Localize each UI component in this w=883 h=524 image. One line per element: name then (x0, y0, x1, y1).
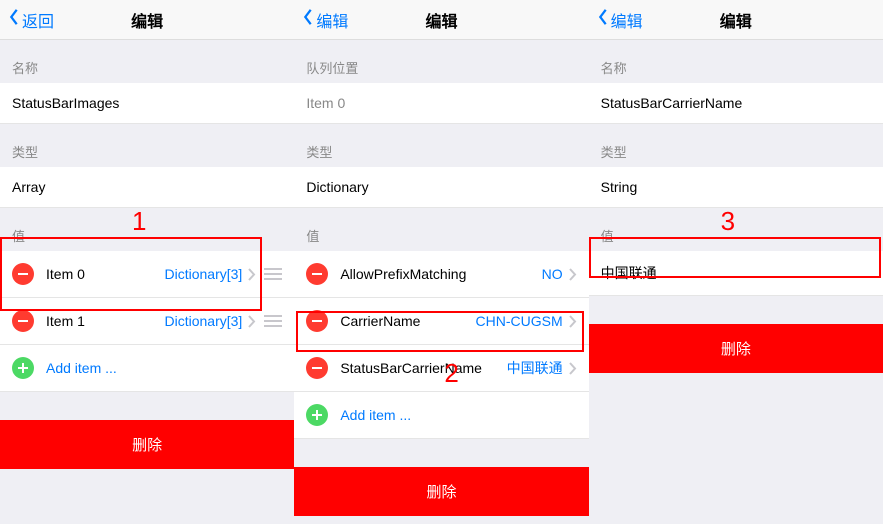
column-1: 返回 编辑 名称 StatusBarImages 类型 Array 值 Item… (0, 0, 294, 524)
back-label: 编辑 (316, 8, 348, 32)
section-header-value: 值 (0, 208, 294, 251)
delete-button[interactable]: 删除 (294, 467, 588, 516)
type-value: String (601, 179, 871, 195)
type-cell[interactable]: Array (0, 167, 294, 208)
section-header-name: 名称 (0, 40, 294, 83)
chevron-right-icon (569, 315, 577, 328)
chevron-right-icon (569, 362, 577, 375)
name-value: StatusBarImages (12, 95, 282, 111)
item-value: NO (542, 266, 563, 282)
section-header-type: 类型 (294, 124, 588, 167)
value-input[interactable]: 中国联通 (601, 263, 871, 283)
name-cell[interactable]: StatusBarCarrierName (589, 83, 883, 124)
section-header-position: 队列位置 (294, 40, 588, 83)
value-input-cell[interactable]: 中国联通 (589, 251, 883, 296)
section-header-value: 值 (294, 208, 588, 251)
chevron-left-icon (302, 8, 316, 31)
list-item[interactable]: Item 1 Dictionary[3] (0, 298, 294, 345)
navbar: 编辑 编辑 (589, 0, 883, 40)
delete-label: 删除 (132, 437, 162, 454)
chevron-left-icon (597, 8, 611, 31)
item-label: CarrierName (340, 313, 475, 329)
list-item[interactable]: CarrierName CHN-CUGSM (294, 298, 588, 345)
list-item[interactable]: StatusBarCarrierName 中国联通 (294, 345, 588, 392)
add-icon[interactable] (12, 357, 34, 379)
delete-label: 删除 (721, 341, 751, 358)
type-cell[interactable]: Dictionary (294, 167, 588, 208)
item-value: 中国联通 (507, 358, 563, 378)
add-icon[interactable] (306, 404, 328, 426)
type-value: Dictionary (306, 179, 576, 195)
delete-label: 删除 (426, 484, 456, 501)
delete-button[interactable]: 删除 (0, 420, 294, 469)
page-title: 编辑 (425, 8, 457, 32)
item-label: Item 0 (46, 266, 165, 282)
section-header-name: 名称 (589, 40, 883, 83)
add-item-label: Add item ... (340, 407, 411, 423)
name-value: StatusBarCarrierName (601, 95, 871, 111)
section-header-type: 类型 (0, 124, 294, 167)
chevron-right-icon (248, 268, 256, 281)
section-header-type: 类型 (589, 124, 883, 167)
delete-row-icon[interactable] (306, 263, 328, 285)
name-cell[interactable]: StatusBarImages (0, 83, 294, 124)
column-2: 编辑 编辑 队列位置 Item 0 类型 Dictionary 值 AllowP… (294, 0, 588, 524)
list-item[interactable]: Item 0 Dictionary[3] (0, 251, 294, 298)
type-cell[interactable]: String (589, 167, 883, 208)
navbar: 编辑 编辑 (294, 0, 588, 40)
add-item-cell[interactable]: Add item ... (294, 392, 588, 439)
item-value: Dictionary[3] (165, 266, 243, 282)
item-value: CHN-CUGSM (476, 313, 563, 329)
navbar: 返回 编辑 (0, 0, 294, 40)
page-title: 编辑 (131, 8, 163, 32)
add-item-cell[interactable]: Add item ... (0, 345, 294, 392)
delete-row-icon[interactable] (306, 310, 328, 332)
back-label: 返回 (22, 8, 54, 32)
back-label: 编辑 (611, 8, 643, 32)
item-value: Dictionary[3] (165, 313, 243, 329)
chevron-right-icon (569, 268, 577, 281)
drag-handle-icon[interactable] (264, 268, 282, 280)
item-label: StatusBarCarrierName (340, 360, 506, 376)
section-header-value: 值 (589, 208, 883, 251)
chevron-left-icon (8, 8, 22, 31)
item-label: Item 1 (46, 313, 165, 329)
delete-button[interactable]: 删除 (589, 324, 883, 373)
list-item[interactable]: AllowPrefixMatching NO (294, 251, 588, 298)
back-button[interactable]: 返回 (8, 8, 54, 32)
drag-handle-icon[interactable] (264, 315, 282, 327)
back-button[interactable]: 编辑 (597, 8, 643, 32)
column-3: 编辑 编辑 名称 StatusBarCarrierName 类型 String … (589, 0, 883, 524)
delete-row-icon[interactable] (306, 357, 328, 379)
delete-row-icon[interactable] (12, 310, 34, 332)
delete-row-icon[interactable] (12, 263, 34, 285)
item-label: AllowPrefixMatching (340, 266, 541, 282)
position-value: Item 0 (306, 95, 576, 111)
page-title: 编辑 (720, 8, 752, 32)
add-item-label: Add item ... (46, 360, 117, 376)
type-value: Array (12, 179, 282, 195)
back-button[interactable]: 编辑 (302, 8, 348, 32)
chevron-right-icon (248, 315, 256, 328)
position-cell[interactable]: Item 0 (294, 83, 588, 124)
